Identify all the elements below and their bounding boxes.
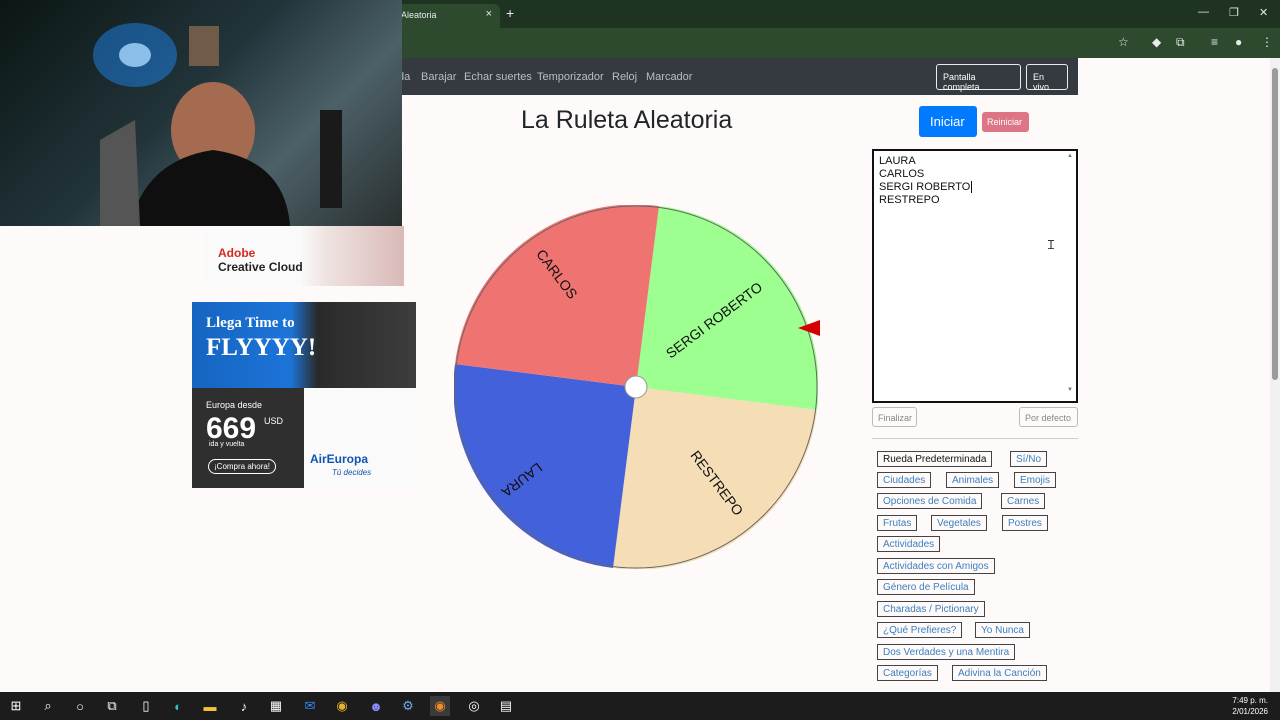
mail-icon[interactable]: ✉ [300,696,320,716]
media-icon[interactable]: ≡ [1211,35,1218,49]
wheel-segment-carlos [455,205,659,387]
reset-button[interactable]: Reiniciar [982,112,1029,132]
edge-icon[interactable]: ◐ [168,696,188,716]
live-button[interactable]: En vivo [1026,64,1068,92]
finalize-button[interactable]: Finalizar [872,407,917,427]
windows-icon[interactable]: ⊞ [6,696,26,716]
air-ad-roundtrip: ida y vuelta [209,441,245,448]
star-icon[interactable]: ☆ [1118,35,1129,49]
preset-button[interactable]: ¿Qué Prefieres? [877,622,963,638]
preset-button[interactable]: Género de Película [877,579,975,595]
preset-button[interactable]: Postres [1002,515,1048,531]
tiktok-icon[interactable]: ♪ [234,696,254,716]
webcam-overlay [0,0,402,226]
calculator-icon[interactable]: ▤ [496,696,516,716]
puzzle-icon[interactable]: ⧉ [1176,35,1185,50]
nav-link-scoreboard[interactable]: Marcador [646,71,692,83]
wheel-center-hub[interactable] [624,375,648,399]
clock-date: 2/01/2026 [1232,707,1268,716]
menu-icon[interactable]: ⋮ [1261,35,1273,49]
task-view-icon[interactable]: ⧉ [102,696,122,716]
page-scrollbar[interactable] [1270,58,1280,692]
nav-link-clock[interactable]: Reloj [612,71,637,83]
nav-link-timer[interactable]: Temporizador [537,71,604,83]
close-window-button[interactable]: ✕ [1259,6,1268,19]
preset-button[interactable]: Categorías [877,665,938,681]
clock-time: 7:49 p. m. [1232,696,1268,705]
wheel[interactable]: SERGI ROBERTO RESTREPO LAURA CARLOS [454,205,818,569]
obs-icon[interactable]: ◎ [464,696,484,716]
adobe-ad[interactable]: Adobe Creative Cloud [204,226,404,286]
preset-button[interactable]: Carnes [1001,493,1046,509]
preset-button[interactable]: Actividades con Amigos [877,558,995,574]
tab-close-icon[interactable]: × [486,8,492,20]
aireuropa-ad[interactable]: Llega Time to FLYYYY! Europa desde 669 U… [192,302,416,488]
wheel-pointer-icon [798,320,820,336]
preset-button[interactable]: Yo Nunca [975,622,1030,638]
cortana-icon[interactable]: ○ [70,696,90,716]
system-clock[interactable]: 7:49 p. m. 2/01/2026 [1232,695,1268,717]
air-ad-headline-line2: FLYYYY! [206,334,317,361]
nav-link-shuffle[interactable]: Barajar [421,71,456,83]
preset-button[interactable]: Sí/No [1010,451,1048,467]
preset-button[interactable]: Frutas [877,515,918,531]
file-icon[interactable]: ▯ [136,696,156,716]
name-entry: SERGI ROBERTO [879,181,971,193]
text-cursor-icon: Ｉ [1045,238,1058,252]
air-ad-tagline: Tú decides [332,468,372,477]
tab-title: Aleatoria [401,10,437,20]
air-ad-headline-line1: Llega Time to [206,315,295,331]
text-caret [971,181,972,193]
air-ad-currency: USD [264,416,284,426]
name-entry: CARLOS [879,168,925,180]
minimize-button[interactable]: — [1198,6,1209,18]
air-ad-brand: AirEuropa [310,452,369,466]
scrollbar-thumb[interactable] [1272,68,1278,380]
extension-diamond-icon[interactable]: ◆ [1152,35,1161,49]
page-title: La Ruleta Aleatoria [521,106,733,134]
file-explorer-icon[interactable]: ▬ [200,696,220,716]
restore-button[interactable]: ❐ [1229,6,1239,19]
divider [872,438,1078,439]
preset-button[interactable]: Vegetales [931,515,987,531]
adobe-ad-product: Creative Cloud [218,260,303,274]
preset-button[interactable]: Charadas / Pictionary [877,601,985,617]
preset-button[interactable]: Dos Verdades y una Mentira [877,644,1016,660]
air-ad-from: Europa desde [206,400,263,410]
fullscreen-button[interactable]: Pantalla completa [936,64,1021,92]
air-ad-cta-button[interactable]: ¡Compra ahora! [208,459,277,474]
preset-button[interactable]: Adivina la Canción [952,665,1047,681]
active-tab[interactable]: Aleatoria × [395,4,500,28]
textarea-scrollbar[interactable]: ▲ ▼ [1067,153,1075,399]
preset-button[interactable]: Actividades [877,536,941,552]
discord-icon[interactable]: ☻ [366,696,386,716]
taskbar: ⊞ ⌕ ○ ⧉ ▯ ◐ ▬ ♪ ▦ ✉ ◉ ☻ ⚙ ◉ ◎ ▤ 7:49 p. … [0,692,1280,720]
preset-button[interactable]: Ciudades [877,472,932,488]
nav-link-draw-lots[interactable]: Echar suertes [464,71,532,83]
names-textarea[interactable]: LAURA CARLOS SERGI ROBERTO RESTREPO Ｉ ▲ ▼ [872,149,1078,403]
preset-button[interactable]: Animales [946,472,1000,488]
chrome-active-icon[interactable]: ◉ [430,696,450,716]
preset-button[interactable]: Emojis [1014,472,1057,488]
chrome-icon[interactable]: ◉ [332,696,352,716]
steam-icon[interactable]: ⚙ [398,696,418,716]
wheel-segment-laura [454,364,636,568]
preset-button[interactable]: Rueda Predeterminada [877,451,993,467]
name-entry: RESTREPO [879,194,940,206]
name-entry: LAURA [879,155,916,167]
search-icon[interactable]: ⌕ [38,696,58,716]
adobe-ad-brand: Adobe [218,246,256,260]
store-icon[interactable]: ▦ [266,696,286,716]
preset-button[interactable]: Opciones de Comida [877,493,983,509]
profile-icon[interactable]: ● [1235,35,1242,49]
start-button[interactable]: Iniciar [919,106,977,137]
webcam-scene [93,23,342,226]
default-button[interactable]: Por defecto [1019,407,1078,427]
new-tab-button[interactable]: + [506,5,514,21]
